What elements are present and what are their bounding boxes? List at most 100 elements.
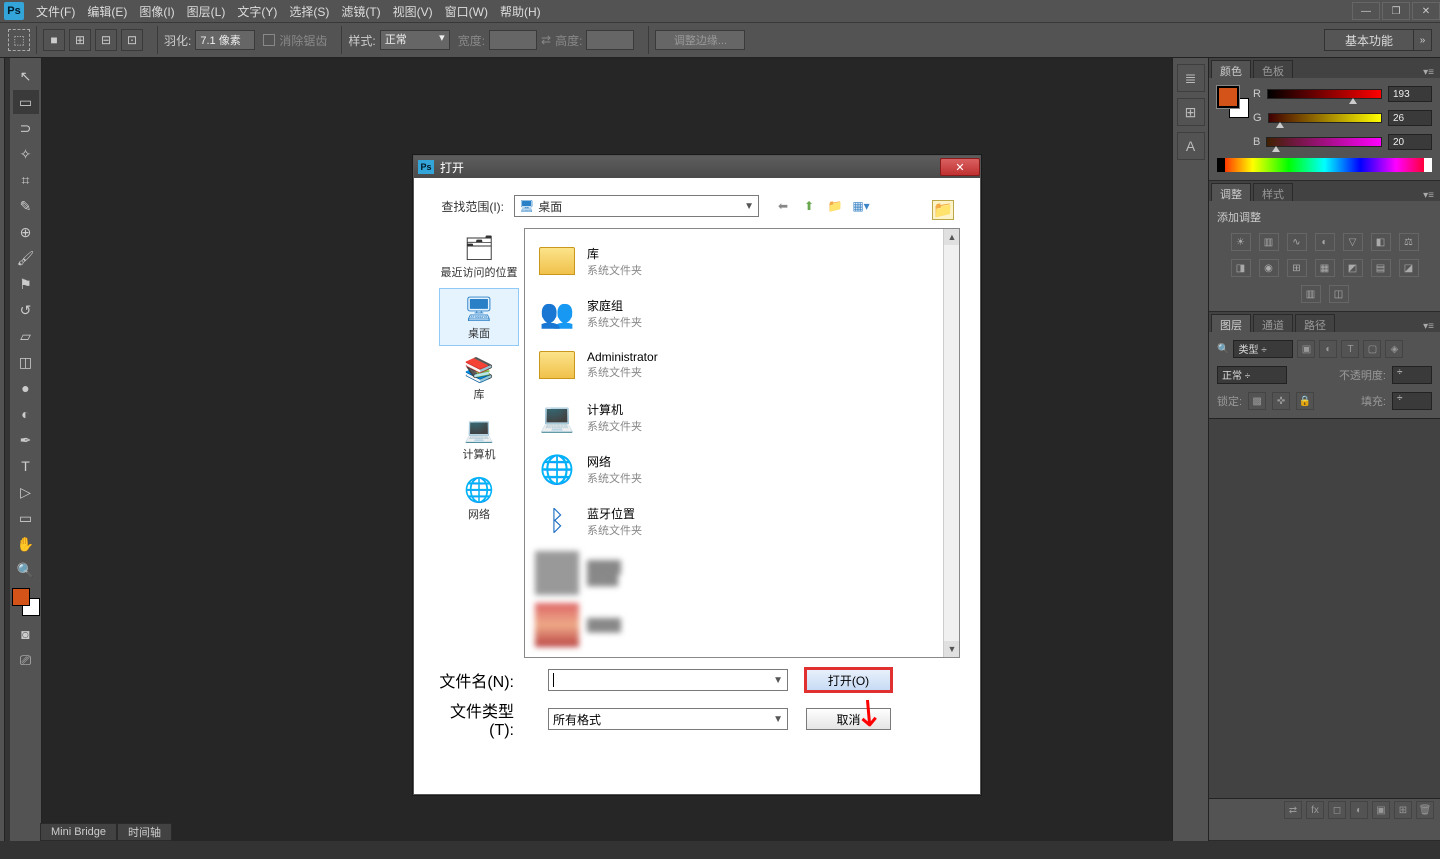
feather-input[interactable] bbox=[195, 30, 255, 50]
adj-invert-icon[interactable]: ◩ bbox=[1343, 259, 1363, 277]
menu-layer[interactable]: 图层(L) bbox=[181, 3, 232, 20]
r-input[interactable] bbox=[1388, 86, 1432, 102]
adj-balance-icon[interactable]: ⚖ bbox=[1399, 233, 1419, 251]
up-button[interactable]: ⬆ bbox=[799, 196, 819, 216]
adj-lookup-icon[interactable]: ▦ bbox=[1315, 259, 1335, 277]
list-item[interactable]: 库系统文件夹 bbox=[531, 235, 953, 287]
color-preview[interactable] bbox=[1217, 86, 1245, 114]
adj-gradient-icon[interactable]: ▥ bbox=[1301, 285, 1321, 303]
adj-hue-icon[interactable]: ◧ bbox=[1371, 233, 1391, 251]
color-swatches[interactable] bbox=[12, 588, 40, 616]
link-layers-icon[interactable]: ⇄ bbox=[1284, 801, 1302, 819]
place-desktop[interactable]: 🖥 桌面 bbox=[439, 288, 519, 346]
layers-tab[interactable]: 图层 bbox=[1211, 314, 1251, 332]
history-brush-tool[interactable]: ↺ bbox=[13, 298, 39, 322]
cancel-button[interactable]: 取消 bbox=[806, 708, 891, 730]
filter-shape-icon[interactable]: ▢ bbox=[1363, 340, 1381, 358]
view-menu-button[interactable]: ▦▾ bbox=[851, 196, 871, 216]
scroll-down-icon[interactable]: ▼ bbox=[944, 641, 960, 657]
menu-type[interactable]: 文字(Y) bbox=[231, 3, 283, 20]
adj-vibrance-icon[interactable]: ▽ bbox=[1343, 233, 1363, 251]
lock-position-icon[interactable]: ✜ bbox=[1272, 392, 1290, 410]
maximize-button[interactable]: ❐ bbox=[1382, 2, 1410, 20]
adjustments-tab[interactable]: 调整 bbox=[1211, 183, 1251, 201]
eyedropper-tool[interactable]: ✎ bbox=[13, 194, 39, 218]
stamp-tool[interactable]: ⚑ bbox=[13, 272, 39, 296]
style-select[interactable]: 正常 ▾ bbox=[380, 30, 450, 50]
channels-tab[interactable]: 通道 bbox=[1253, 314, 1293, 332]
selection-subtract-icon[interactable]: ⊟ bbox=[95, 29, 117, 51]
blur-tool[interactable]: ● bbox=[13, 376, 39, 400]
blend-mode-select[interactable]: 正常 ÷ bbox=[1217, 366, 1287, 384]
b-slider[interactable] bbox=[1266, 137, 1382, 147]
gradient-tool[interactable]: ◫ bbox=[13, 350, 39, 374]
new-group-icon[interactable]: ▣ bbox=[1372, 801, 1390, 819]
styles-tab[interactable]: 样式 bbox=[1253, 183, 1293, 201]
adj-poster-icon[interactable]: ▤ bbox=[1371, 259, 1391, 277]
menu-view[interactable]: 视图(V) bbox=[387, 3, 439, 20]
adj-bw-icon[interactable]: ◨ bbox=[1231, 259, 1251, 277]
menu-select[interactable]: 选择(S) bbox=[283, 3, 335, 20]
marquee-tool-icon[interactable]: ⬚ bbox=[8, 29, 30, 51]
menu-help[interactable]: 帮助(H) bbox=[494, 3, 547, 20]
refine-edge-button[interactable]: 调整边缘... bbox=[655, 30, 745, 50]
list-item[interactable]: 👥 家庭组系统文件夹 bbox=[531, 287, 953, 339]
magic-wand-tool[interactable]: ✧ bbox=[13, 142, 39, 166]
adj-brightness-icon[interactable]: ☀ bbox=[1231, 233, 1251, 251]
lock-all-icon[interactable]: 🔒 bbox=[1296, 392, 1314, 410]
spectrum-bar[interactable] bbox=[1217, 158, 1432, 172]
opacity-input[interactable]: ÷ bbox=[1392, 366, 1432, 384]
filter-smart-icon[interactable]: ◈ bbox=[1385, 340, 1403, 358]
filter-pixel-icon[interactable]: ▣ bbox=[1297, 340, 1315, 358]
left-dock-collapse[interactable] bbox=[0, 58, 5, 841]
shape-tool[interactable]: ▭ bbox=[13, 506, 39, 530]
menu-filter[interactable]: 滤镜(T) bbox=[335, 3, 386, 20]
open-button[interactable]: 打开(O) bbox=[806, 669, 891, 691]
timeline-tab[interactable]: 时间轴 bbox=[117, 823, 172, 841]
dodge-tool[interactable]: ◐ bbox=[13, 402, 39, 426]
place-network[interactable]: 🌐 网络 bbox=[439, 470, 519, 526]
dialog-titlebar[interactable]: Ps 打开 ✕ bbox=[414, 156, 980, 178]
new-layer-icon[interactable]: ⊞ bbox=[1394, 801, 1412, 819]
healing-tool[interactable]: ⊕ bbox=[13, 220, 39, 244]
panel-menu-icon[interactable]: ▾≡ bbox=[1417, 321, 1440, 332]
layer-filter-select[interactable]: 类型 ÷ bbox=[1233, 340, 1293, 358]
filter-adjust-icon[interactable]: ◐ bbox=[1319, 340, 1337, 358]
r-slider[interactable] bbox=[1267, 89, 1382, 99]
adj-photo-filter-icon[interactable]: ◉ bbox=[1259, 259, 1279, 277]
selection-intersect-icon[interactable]: ⊡ bbox=[121, 29, 143, 51]
hand-tool[interactable]: ✋ bbox=[13, 532, 39, 556]
workspace-menu-icon[interactable]: » bbox=[1414, 29, 1432, 51]
filter-type-icon[interactable]: T bbox=[1341, 340, 1359, 358]
dialog-close-button[interactable]: ✕ bbox=[940, 158, 980, 176]
properties-panel-icon[interactable]: ⊞ bbox=[1177, 98, 1205, 126]
delete-layer-icon[interactable]: 🗑 bbox=[1416, 801, 1434, 819]
panel-menu-icon[interactable]: ▾≡ bbox=[1417, 67, 1440, 78]
list-item[interactable]: Administrator系统文件夹 bbox=[531, 339, 953, 391]
lookin-combo[interactable]: 🖥 桌面 ▼ bbox=[514, 195, 759, 217]
menu-window[interactable]: 窗口(W) bbox=[439, 3, 494, 20]
filetype-combo[interactable]: 所有格式 ▼ bbox=[548, 708, 788, 730]
crop-tool[interactable]: ⌗ bbox=[13, 168, 39, 192]
zoom-tool[interactable]: 🔍 bbox=[13, 558, 39, 582]
place-libraries[interactable]: 📚 库 bbox=[439, 350, 519, 406]
layer-mask-icon[interactable]: ◻ bbox=[1328, 801, 1346, 819]
adj-levels-icon[interactable]: ▥ bbox=[1259, 233, 1279, 251]
path-select-tool[interactable]: ▷ bbox=[13, 480, 39, 504]
up-folder-button[interactable]: 📁 bbox=[932, 200, 954, 220]
back-button[interactable]: ⬅ bbox=[773, 196, 793, 216]
list-item[interactable]: 💻 计算机系统文件夹 bbox=[531, 391, 953, 443]
g-input[interactable] bbox=[1388, 110, 1432, 126]
screenmode-tool[interactable]: ⎚ bbox=[13, 648, 39, 672]
new-fill-icon[interactable]: ◐ bbox=[1350, 801, 1368, 819]
list-item[interactable]: 🌐 网络系统文件夹 bbox=[531, 443, 953, 495]
adj-exposure-icon[interactable]: ◐ bbox=[1315, 233, 1335, 251]
scrollbar[interactable]: ▲ ▼ bbox=[943, 229, 959, 657]
adj-mixer-icon[interactable]: ⊞ bbox=[1287, 259, 1307, 277]
pen-tool[interactable]: ✒ bbox=[13, 428, 39, 452]
adj-selective-icon[interactable]: ◫ bbox=[1329, 285, 1349, 303]
character-panel-icon[interactable]: A bbox=[1177, 132, 1205, 160]
new-folder-button[interactable]: 📁 bbox=[825, 196, 845, 216]
quickmask-tool[interactable]: ◙ bbox=[13, 622, 39, 646]
panel-menu-icon[interactable]: ▾≡ bbox=[1417, 190, 1440, 201]
